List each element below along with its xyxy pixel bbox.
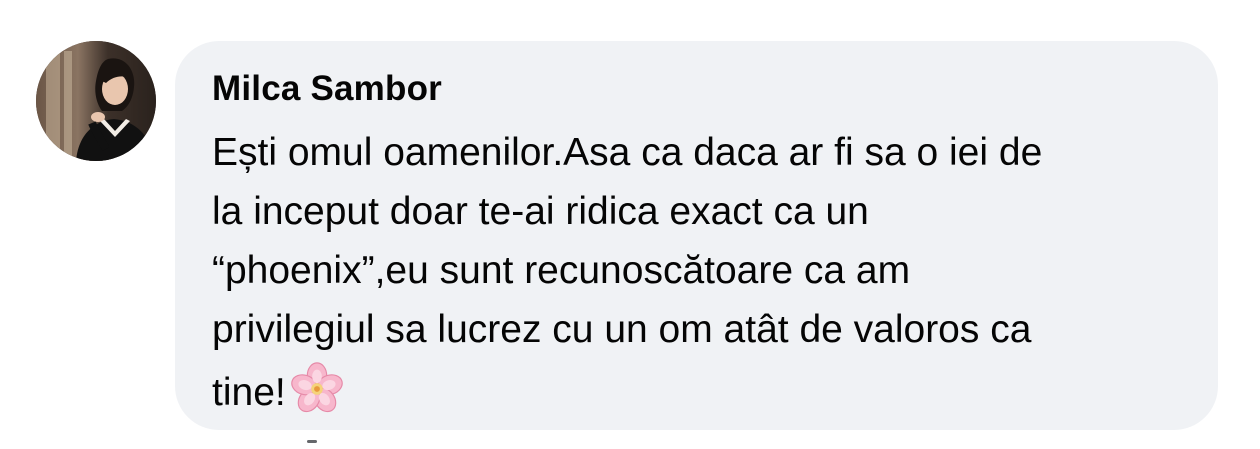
avatar[interactable] <box>36 41 156 161</box>
comment: Milca Sambor Ești omul oamenilor.Asa ca … <box>0 0 1260 449</box>
comment-text-line: Ești omul oamenilor.Asa ca daca ar fi sa… <box>212 131 1043 174</box>
avatar-image <box>36 41 156 161</box>
comment-text-line: tine! <box>212 371 286 414</box>
comment-bubble: Milca Sambor Ești omul oamenilor.Asa ca … <box>175 41 1218 430</box>
cherry-blossom-icon <box>288 359 346 417</box>
comment-text-line: la inceput doar te-ai ridica exact ca un <box>212 190 869 233</box>
comment-text-line-last: tine! <box>212 359 1192 422</box>
comment-text: Ești omul oamenilor.Asa ca daca ar fi sa… <box>212 123 1192 422</box>
comment-text-line: “phoenix”,eu sunt recunoscătoare ca am <box>212 249 911 292</box>
cropped-reaction-fragment <box>307 440 317 443</box>
comment-text-line: privilegiul sa lucrez cu un om atât de v… <box>212 308 1032 351</box>
comment-author[interactable]: Milca Sambor <box>212 67 1188 111</box>
